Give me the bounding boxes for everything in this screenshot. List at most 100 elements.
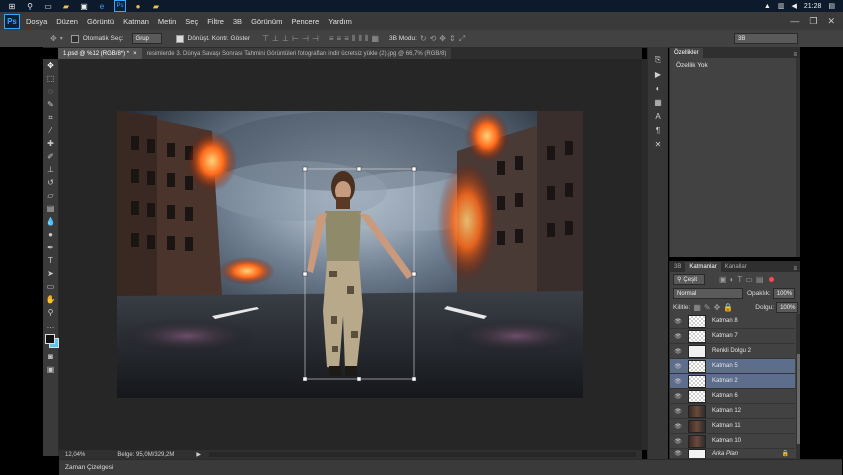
- canvas-vertical-scrollbar[interactable]: [642, 59, 647, 450]
- menu-3b[interactable]: 3B: [233, 17, 242, 26]
- layer-row[interactable]: 👁 Katman 5: [670, 359, 795, 374]
- tools-preset-icon[interactable]: ✕: [648, 137, 668, 151]
- document-canvas[interactable]: [117, 111, 583, 398]
- group-select[interactable]: Grup: [131, 33, 162, 44]
- adjustments-icon[interactable]: ◐: [648, 81, 668, 95]
- layer-row[interactable]: 👁 Katman 12: [670, 404, 795, 419]
- marquee-tool-icon[interactable]: ⬚: [43, 72, 58, 85]
- layer-name[interactable]: Arka Plan: [712, 451, 738, 457]
- volume-icon[interactable]: ◀: [791, 2, 796, 10]
- history-brush-tool-icon[interactable]: ↺: [43, 176, 58, 189]
- type-tool-icon[interactable]: T: [43, 254, 58, 267]
- tab-close-icon[interactable]: ×: [133, 51, 137, 57]
- actions-icon[interactable]: ▶: [648, 67, 668, 81]
- layer-name[interactable]: Katman 10: [712, 438, 741, 444]
- foreground-color-swatch[interactable]: [45, 334, 55, 344]
- move-tool-icon[interactable]: ✥: [50, 34, 57, 43]
- tab-document-1[interactable]: 1.psd @ %12 (RGB/8*) * ×: [58, 48, 142, 59]
- 3d-scale-icon[interactable]: ⤢: [459, 34, 465, 44]
- filter-type-icon[interactable]: T: [737, 275, 742, 284]
- tab-channels[interactable]: Kanallar: [721, 262, 751, 272]
- workspace-select[interactable]: 3B: [734, 33, 798, 44]
- filter-adjustment-icon[interactable]: ◐: [730, 275, 735, 284]
- tab-document-2[interactable]: resimlerde 3. Dünya Savaşı Sonrası Tahmi…: [141, 48, 452, 59]
- store-icon[interactable]: ▣: [78, 1, 90, 11]
- distribute-left-icon[interactable]: ⦀: [352, 34, 356, 44]
- close-icon[interactable]: ✕: [827, 16, 835, 27]
- notification-icon[interactable]: ▲: [764, 3, 771, 10]
- eye-icon[interactable]: 👁: [673, 408, 683, 415]
- history-icon[interactable]: ⎘: [648, 53, 668, 67]
- 3d-slide-icon[interactable]: ⇕: [449, 34, 456, 43]
- styles-icon[interactable]: ▦: [648, 95, 668, 109]
- layer-row[interactable]: 👁 Katman 6: [670, 389, 795, 404]
- 3d-roll-icon[interactable]: ⟲: [430, 34, 437, 43]
- menu-pencere[interactable]: Pencere: [291, 17, 319, 26]
- task-view-icon[interactable]: ▭: [42, 1, 54, 11]
- layer-name[interactable]: Katman 12: [712, 408, 741, 414]
- photoshop-icon[interactable]: Ps: [114, 0, 126, 12]
- more-tools-icon[interactable]: …: [43, 319, 58, 332]
- menu-dosya[interactable]: Dosya: [26, 17, 47, 26]
- lock-pixels-icon[interactable]: ✎: [704, 303, 711, 312]
- clone-stamp-tool-icon[interactable]: ⊥: [43, 163, 58, 176]
- layer-row[interactable]: 👁 Katman 10: [670, 434, 795, 449]
- menu-filtre[interactable]: Filtre: [207, 17, 224, 26]
- eye-icon[interactable]: 👁: [673, 318, 683, 325]
- quick-select-tool-icon[interactable]: ✎: [43, 98, 58, 111]
- align-bottom-icon[interactable]: ⊥: [282, 34, 289, 43]
- filter-shape-icon[interactable]: ▭: [745, 275, 753, 284]
- pen-tool-icon[interactable]: ✒: [43, 241, 58, 254]
- lock-transparency-icon[interactable]: ▦: [693, 303, 701, 312]
- dodge-tool-icon[interactable]: ●: [43, 228, 58, 241]
- layer-row[interactable]: 👁 Katman 8: [670, 314, 795, 329]
- action-center-icon[interactable]: ▤: [828, 2, 835, 10]
- healing-brush-tool-icon[interactable]: ✚: [43, 137, 58, 150]
- layer-name[interactable]: Renkli Dolgu 2: [712, 348, 751, 354]
- 3d-pan-icon[interactable]: ✥: [439, 34, 446, 43]
- menu-gorunum[interactable]: Görünüm: [251, 17, 282, 26]
- menu-metin[interactable]: Metin: [158, 17, 176, 26]
- fill-input[interactable]: 100%: [776, 302, 799, 313]
- distribute-right-icon[interactable]: ⦀: [365, 34, 369, 44]
- align-vcenter-icon[interactable]: ⊥: [272, 34, 279, 43]
- layer-row[interactable]: 👁 Katman 11: [670, 419, 795, 434]
- eye-icon[interactable]: 👁: [673, 378, 683, 385]
- tab-layers[interactable]: Katmanlar: [685, 262, 721, 272]
- zoom-tool-icon[interactable]: ⚲: [43, 306, 58, 319]
- quick-mask-icon[interactable]: ◙: [43, 350, 58, 363]
- horizontal-scrollbar[interactable]: [209, 452, 636, 457]
- tab-3d[interactable]: 3B: [670, 262, 685, 272]
- tool-preset-chevron-icon[interactable]: ▾: [60, 35, 63, 42]
- menu-sec[interactable]: Seç: [185, 17, 198, 26]
- eye-icon[interactable]: 👁: [673, 450, 683, 457]
- character-icon[interactable]: A: [648, 109, 668, 123]
- align-top-icon[interactable]: ⊤: [262, 34, 269, 43]
- menu-yardim[interactable]: Yardım: [328, 17, 352, 26]
- align-hcenter-icon[interactable]: ⊣: [302, 34, 309, 43]
- distribute-vcenter-icon[interactable]: ≡: [337, 34, 342, 43]
- paragraph-icon[interactable]: ¶: [648, 123, 668, 137]
- eye-icon[interactable]: 👁: [673, 348, 683, 355]
- eye-icon[interactable]: 👁: [673, 423, 683, 430]
- crop-tool-icon[interactable]: ⌗: [43, 111, 58, 124]
- menu-goruntu[interactable]: Görüntü: [87, 17, 114, 26]
- menu-katman[interactable]: Katman: [123, 17, 149, 26]
- layer-name[interactable]: Katman 5: [712, 363, 738, 369]
- layer-row[interactable]: 👁 Katman 7: [670, 329, 795, 344]
- panel-menu-icon[interactable]: ≡: [793, 266, 797, 272]
- eye-icon[interactable]: 👁: [673, 333, 683, 340]
- layer-name[interactable]: Katman 8: [712, 318, 738, 324]
- lock-all-icon[interactable]: 🔒: [723, 303, 733, 312]
- status-menu-arrow-icon[interactable]: ▶: [196, 451, 201, 458]
- eye-icon[interactable]: 👁: [673, 363, 683, 370]
- eyedropper-tool-icon[interactable]: ⁄: [43, 124, 58, 137]
- layer-name[interactable]: Katman 7: [712, 333, 738, 339]
- edge-icon[interactable]: e: [96, 1, 108, 11]
- hand-tool-icon[interactable]: ✋: [43, 293, 58, 306]
- eye-icon[interactable]: 👁: [673, 393, 683, 400]
- gradient-tool-icon[interactable]: ▤: [43, 202, 58, 215]
- distribute-bottom-icon[interactable]: ≡: [344, 34, 349, 43]
- search-icon[interactable]: ⚲: [24, 1, 36, 11]
- layer-row[interactable]: 👁 Renkli Dolgu 2: [670, 344, 795, 359]
